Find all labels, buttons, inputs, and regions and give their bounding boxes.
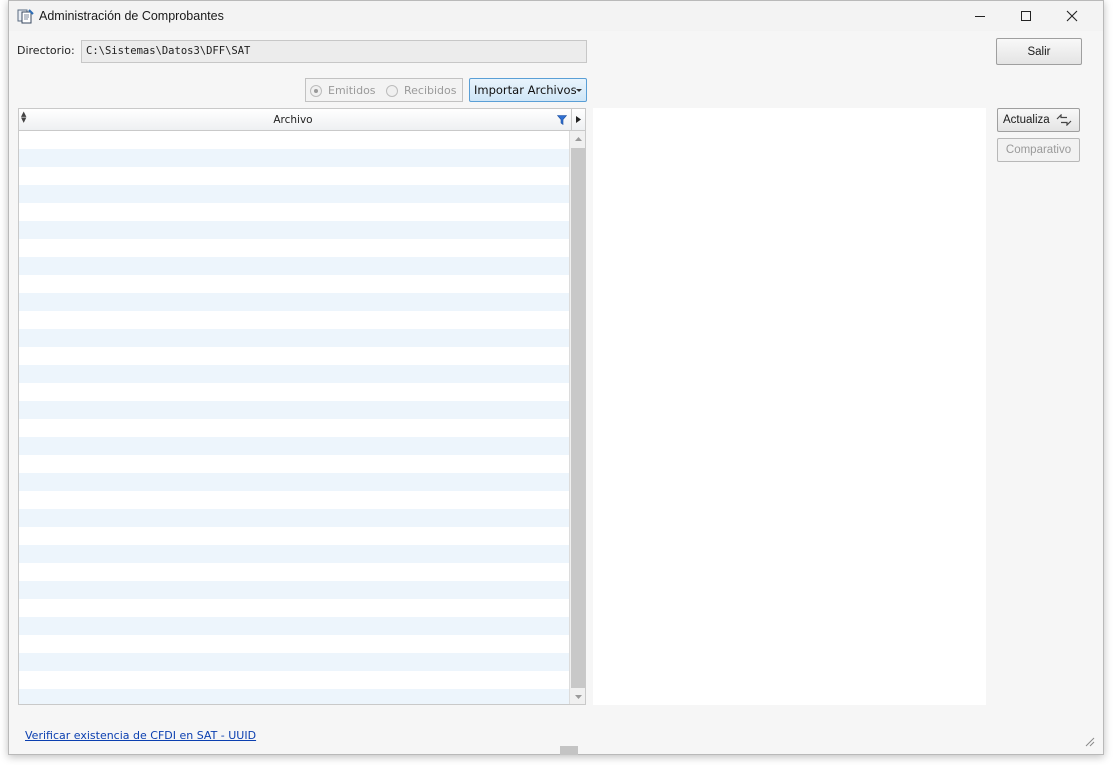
table-row[interactable] <box>19 671 569 689</box>
table-row[interactable] <box>19 149 569 167</box>
scroll-up-icon[interactable] <box>570 131 585 147</box>
funnel-icon[interactable] <box>556 115 568 128</box>
table-row[interactable] <box>19 617 569 635</box>
compare-button[interactable]: Comparativo <box>997 138 1080 162</box>
detail-panel <box>593 108 986 705</box>
radio-unselected-indicator <box>386 84 398 97</box>
radio-emitidos[interactable]: Emitidos <box>310 84 376 97</box>
table-row[interactable] <box>19 527 569 545</box>
files-grid[interactable]: ▲ ▼ Archivo <box>18 108 586 705</box>
table-row[interactable] <box>19 293 569 311</box>
table-row[interactable] <box>19 311 569 329</box>
table-row[interactable] <box>19 437 569 455</box>
table-row[interactable] <box>19 185 569 203</box>
scrollbar-thumb[interactable] <box>571 148 585 688</box>
close-icon <box>1066 10 1078 22</box>
window-title: Administración de Comprobantes <box>39 9 224 23</box>
minimize-button[interactable] <box>957 1 1003 31</box>
table-row[interactable] <box>19 167 569 185</box>
column-chooser-button[interactable] <box>571 109 585 130</box>
table-row[interactable] <box>19 203 569 221</box>
grid-rows <box>19 131 569 704</box>
table-row[interactable] <box>19 257 569 275</box>
verify-cfdi-link[interactable]: Verificar existencia de CFDI en SAT - UU… <box>25 729 256 742</box>
table-row[interactable] <box>19 347 569 365</box>
resize-grip-icon[interactable] <box>1083 735 1095 750</box>
table-row[interactable] <box>19 419 569 437</box>
chevron-right-icon <box>576 116 581 123</box>
table-row[interactable] <box>19 221 569 239</box>
dropdown-caret-icon <box>576 89 582 92</box>
table-row[interactable] <box>19 131 569 149</box>
table-row[interactable] <box>19 491 569 509</box>
import-files-label: Importar Archivos <box>474 83 577 97</box>
table-row[interactable] <box>19 563 569 581</box>
title-bar: Administración de Comprobantes <box>9 1 1103 31</box>
table-row[interactable] <box>19 509 569 527</box>
close-button[interactable] <box>1049 1 1095 31</box>
refresh-button[interactable]: Actualiza <box>997 108 1080 132</box>
table-row[interactable] <box>19 329 569 347</box>
splitter-handle[interactable] <box>560 746 578 755</box>
grid-header: ▲ ▼ Archivo <box>19 109 585 131</box>
maximize-icon <box>1021 11 1031 21</box>
table-row[interactable] <box>19 599 569 617</box>
directory-label: Directorio: <box>17 44 75 57</box>
table-row[interactable] <box>19 689 569 704</box>
radio-emitidos-label: Emitidos <box>328 84 376 97</box>
main-window: Administración de Comprobantes Directori… <box>8 0 1104 755</box>
directory-field[interactable]: C:\Sistemas\Datos3\DFF\SAT <box>81 40 587 63</box>
table-row[interactable] <box>19 635 569 653</box>
document-type-group: Emitidos Recibidos <box>305 78 463 102</box>
scroll-down-icon[interactable] <box>570 689 585 704</box>
vertical-scrollbar[interactable] <box>569 131 585 704</box>
radio-recibidos-label: Recibidos <box>404 84 457 97</box>
table-row[interactable] <box>19 545 569 563</box>
app-documents-icon <box>17 8 35 24</box>
refresh-label: Actualiza <box>1003 114 1050 126</box>
table-row[interactable] <box>19 401 569 419</box>
refresh-arrows-icon <box>1056 114 1072 126</box>
table-row[interactable] <box>19 275 569 293</box>
maximize-button[interactable] <box>1003 1 1049 31</box>
exit-button[interactable]: Salir <box>996 38 1082 65</box>
table-row[interactable] <box>19 653 569 671</box>
radio-recibidos[interactable]: Recibidos <box>386 84 457 97</box>
minimize-icon <box>975 16 985 17</box>
table-row[interactable] <box>19 365 569 383</box>
radio-selected-indicator <box>310 84 322 97</box>
table-row[interactable] <box>19 455 569 473</box>
table-row[interactable] <box>19 581 569 599</box>
column-header-archivo[interactable]: Archivo <box>19 114 567 126</box>
table-row[interactable] <box>19 473 569 491</box>
table-row[interactable] <box>19 239 569 257</box>
table-row[interactable] <box>19 383 569 401</box>
import-files-button[interactable]: Importar Archivos <box>469 78 587 102</box>
